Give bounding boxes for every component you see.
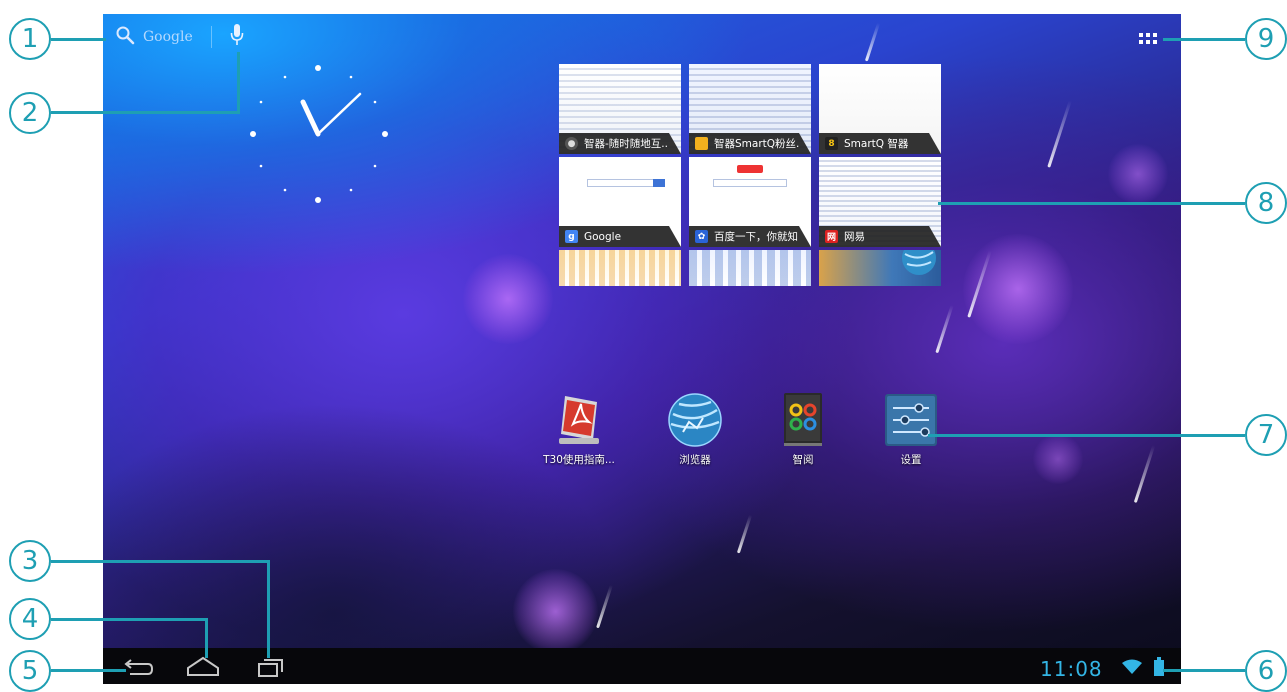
smartq-icon: 8: [825, 137, 838, 150]
bookmark-thumbnail[interactable]: 智器SmartQ粉丝...: [689, 64, 811, 154]
app-label: 设置: [900, 454, 922, 466]
home-icon: [187, 656, 219, 676]
wallpaper-streak: [736, 514, 753, 554]
search-label[interactable]: Google: [143, 29, 193, 45]
page-preview: [559, 250, 681, 286]
bookmark-title: 百度一下，你就知...: [714, 231, 799, 243]
zhiyue-reader-icon: [784, 393, 822, 446]
thumbnail-fold: [669, 226, 681, 247]
app-label: 智阅: [792, 454, 814, 466]
wallpaper-streak: [596, 584, 613, 629]
pdf-reader-icon: [559, 396, 599, 444]
microphone-icon[interactable]: [230, 23, 244, 51]
clock-hour-hand: [300, 99, 321, 137]
search-icon[interactable]: [115, 25, 135, 49]
callout-1: 1: [9, 18, 51, 60]
all-apps-button[interactable]: [1138, 31, 1160, 49]
callout-7: 7: [1245, 414, 1287, 456]
recent-apps-button[interactable]: [251, 654, 291, 680]
callout-line: [1163, 669, 1245, 672]
folder-icon: [695, 137, 708, 150]
callout-8: 8: [1245, 182, 1287, 224]
bookmark-thumbnail[interactable]: [819, 250, 941, 286]
thumbnail-fold: [929, 133, 941, 154]
globe-icon: [902, 250, 936, 275]
wallpaper-streak: [864, 22, 881, 62]
clock-minute-hand: [316, 92, 362, 136]
callout-2: 2: [9, 92, 51, 134]
thumbnail-fold: [799, 133, 811, 154]
callout-line: [51, 111, 240, 114]
wallpaper-streak: [1133, 445, 1156, 503]
callout-line: [51, 38, 106, 41]
callout-line: [205, 618, 208, 658]
callout-5: 5: [9, 650, 51, 692]
callout-line: [51, 618, 208, 621]
wallpaper-bokeh: [1108, 144, 1168, 204]
callout-6: 6: [1245, 650, 1287, 692]
app-browser[interactable]: 浏览器: [647, 392, 743, 467]
search-bar[interactable]: Google: [115, 24, 244, 50]
search-divider: [210, 26, 212, 48]
callout-line: [928, 434, 1245, 437]
back-arrow-icon: [124, 659, 154, 675]
callout-line: [267, 560, 270, 658]
home-button[interactable]: [183, 654, 223, 680]
wallpaper-bokeh: [463, 254, 553, 344]
settings-sliders-icon: [885, 394, 937, 446]
globe-icon: ●: [565, 137, 578, 150]
app-label: T30使用指南...: [543, 454, 615, 466]
netease-icon: 网: [825, 230, 838, 243]
bookmark-thumbnail[interactable]: g Google: [559, 157, 681, 247]
bookmark-title: SmartQ 智器: [844, 138, 909, 150]
back-button[interactable]: [118, 654, 158, 680]
app-t30-guide[interactable]: T30使用指南...: [531, 392, 627, 467]
bookmark-title: 智器SmartQ粉丝...: [714, 138, 799, 150]
app-settings[interactable]: 设置: [863, 392, 959, 467]
callout-4: 4: [9, 598, 51, 640]
wifi-icon[interactable]: [1122, 659, 1142, 679]
callout-3: 3: [9, 540, 51, 582]
wallpaper-streak: [935, 304, 954, 354]
apps-grid-icon: [1139, 33, 1157, 44]
thumbnail-fold: [929, 226, 941, 247]
bookmark-thumbnail[interactable]: 网网易: [819, 157, 941, 247]
browser-globe-icon: [668, 393, 722, 447]
callout-line: [51, 669, 126, 672]
wallpaper-bokeh: [1033, 434, 1083, 484]
system-bar: 11:08: [103, 648, 1181, 684]
wallpaper-bokeh: [963, 234, 1073, 344]
app-label: 浏览器: [679, 454, 711, 466]
wallpaper-bokeh: [513, 569, 598, 654]
page-preview: [689, 250, 811, 286]
callout-line: [51, 560, 270, 563]
callout-line: [237, 52, 240, 114]
app-zhiyue[interactable]: 智阅: [755, 392, 851, 467]
bookmark-title: 网易: [844, 231, 865, 243]
bookmark-title: Google: [584, 230, 622, 243]
bookmark-thumbnail[interactable]: [559, 250, 681, 286]
baidu-icon: ✿: [695, 230, 708, 243]
thumbnail-fold: [799, 226, 811, 247]
bookmark-thumbnail[interactable]: ● 智器-随时随地互...: [559, 64, 681, 154]
callout-line: [1163, 38, 1245, 41]
wallpaper-streak: [1047, 100, 1072, 168]
bookmark-title: 智器-随时随地互...: [584, 138, 669, 150]
status-clock[interactable]: 11:08: [1040, 657, 1103, 681]
bookmarks-widget[interactable]: ● 智器-随时随地互... 智器SmartQ粉丝... 8 SmartQ 智器 gG…: [559, 64, 941, 286]
callout-9: 9: [1245, 18, 1287, 60]
bookmark-thumbnail[interactable]: 8 SmartQ 智器: [819, 64, 941, 154]
analog-clock-widget[interactable]: [248, 62, 388, 204]
google-icon: g: [565, 230, 578, 243]
bookmark-thumbnail[interactable]: ✿ 百度一下，你就知...: [689, 157, 811, 247]
home-screen: Google ● 智器-随时随地互... 智器SmartQ粉丝... 8 Sma…: [103, 14, 1181, 684]
callout-line: [938, 202, 1245, 205]
thumbnail-fold: [669, 133, 681, 154]
recent-apps-icon: [258, 659, 283, 677]
bookmark-thumbnail[interactable]: [689, 250, 811, 286]
